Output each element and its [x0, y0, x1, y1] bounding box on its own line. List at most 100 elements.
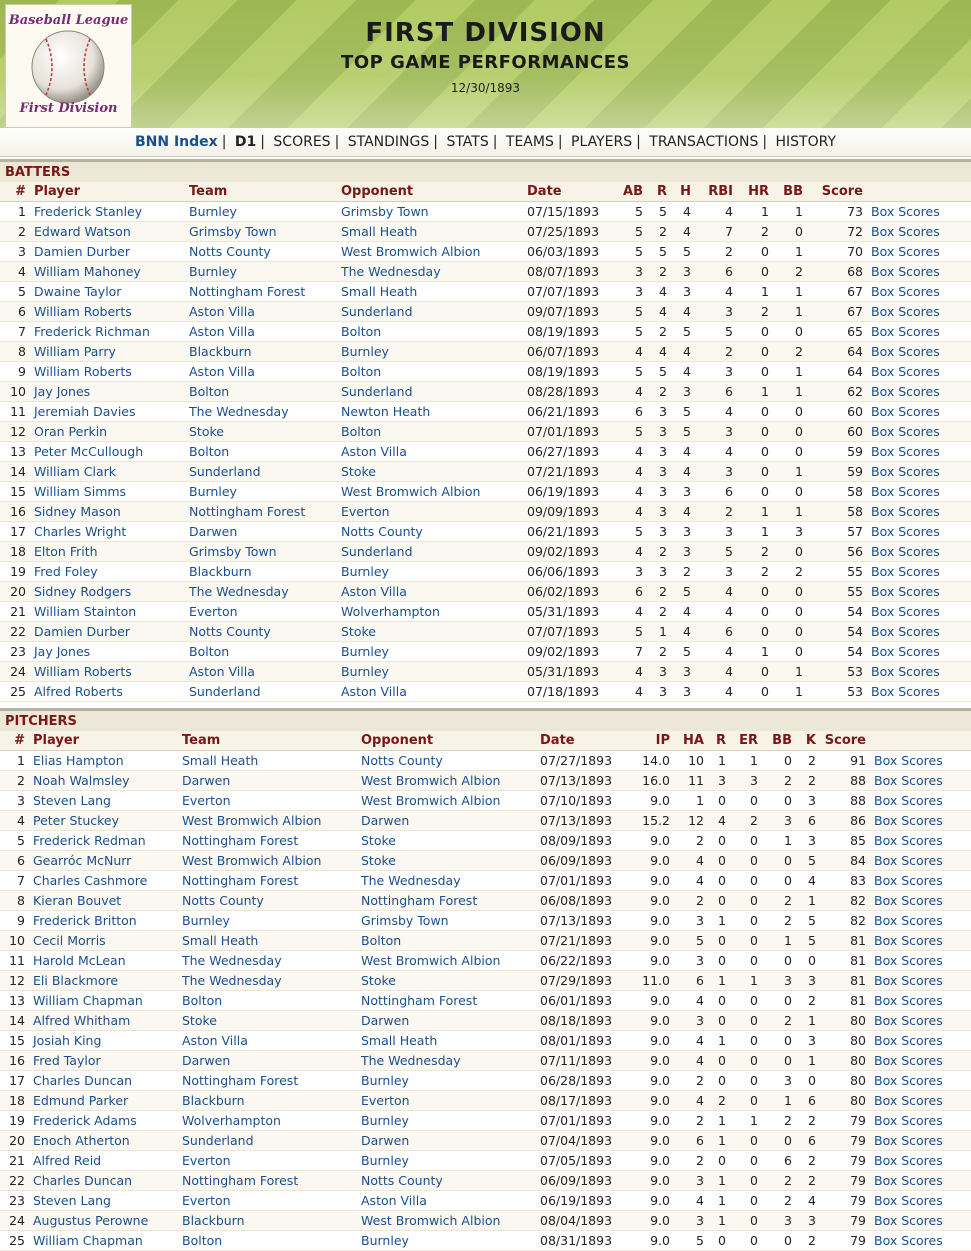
pitcher-opponent-link[interactable]: Stoke: [357, 970, 536, 991]
box-scores-link[interactable]: Box Scores: [870, 1130, 971, 1151]
nav-link-scores[interactable]: SCORES: [273, 134, 330, 150]
box-scores-link[interactable]: Box Scores: [867, 581, 971, 602]
col-header[interactable]: Player: [29, 731, 178, 751]
pitcher-team-link[interactable]: Burnley: [178, 910, 357, 931]
pitcher-player-link[interactable]: Elias Hampton: [29, 750, 178, 771]
batter-opponent-link[interactable]: Burnley: [337, 661, 523, 682]
pitcher-team-link[interactable]: Blackburn: [178, 1210, 357, 1231]
pitcher-team-link[interactable]: Nottingham Forest: [178, 870, 357, 891]
pitcher-player-link[interactable]: Steven Lang: [29, 1190, 178, 1211]
box-scores-link[interactable]: Box Scores: [870, 1090, 971, 1111]
batter-opponent-link[interactable]: Small Heath: [337, 221, 523, 242]
box-scores-link[interactable]: Box Scores: [870, 850, 971, 871]
col-header[interactable]: H: [671, 182, 695, 202]
pitcher-opponent-link[interactable]: Bolton: [357, 930, 536, 951]
box-scores-link[interactable]: Box Scores: [867, 201, 971, 222]
nav-link-teams[interactable]: TEAMS: [506, 134, 554, 150]
nav-link-history[interactable]: HISTORY: [776, 134, 837, 150]
box-scores-link[interactable]: Box Scores: [870, 1230, 971, 1251]
box-scores-link[interactable]: Box Scores: [867, 601, 971, 622]
batter-player-link[interactable]: Sidney Rodgers: [30, 581, 185, 602]
pitcher-opponent-link[interactable]: West Bromwich Albion: [357, 770, 536, 791]
batter-opponent-link[interactable]: Bolton: [337, 421, 523, 442]
box-scores-link[interactable]: Box Scores: [870, 770, 971, 791]
box-scores-link[interactable]: Box Scores: [867, 501, 971, 522]
box-scores-link[interactable]: Box Scores: [870, 930, 971, 951]
pitcher-player-link[interactable]: Frederick Redman: [29, 830, 178, 851]
box-scores-link[interactable]: Box Scores: [867, 241, 971, 262]
batter-player-link[interactable]: William Mahoney: [30, 261, 185, 282]
batter-player-link[interactable]: Damien Durber: [30, 621, 185, 642]
box-scores-link[interactable]: Box Scores: [867, 341, 971, 362]
box-scores-link[interactable]: Box Scores: [867, 281, 971, 302]
box-scores-link[interactable]: Box Scores: [870, 970, 971, 991]
batter-team-link[interactable]: Darwen: [185, 521, 337, 542]
batter-opponent-link[interactable]: Sunderland: [337, 301, 523, 322]
col-header[interactable]: Opponent: [337, 182, 523, 202]
pitcher-opponent-link[interactable]: The Wednesday: [357, 1050, 536, 1071]
batter-player-link[interactable]: William Stainton: [30, 601, 185, 622]
pitcher-player-link[interactable]: Kieran Bouvet: [29, 890, 178, 911]
batter-team-link[interactable]: Bolton: [185, 641, 337, 662]
nav-link-bnn-index[interactable]: BNN Index: [135, 134, 218, 150]
pitcher-team-link[interactable]: Small Heath: [178, 750, 357, 771]
batter-player-link[interactable]: Edward Watson: [30, 221, 185, 242]
box-scores-link[interactable]: Box Scores: [870, 990, 971, 1011]
pitcher-opponent-link[interactable]: Aston Villa: [357, 1190, 536, 1211]
col-header[interactable]: HR: [737, 182, 773, 202]
box-scores-link[interactable]: Box Scores: [867, 421, 971, 442]
col-header[interactable]: ER: [730, 731, 762, 751]
box-scores-link[interactable]: Box Scores: [867, 661, 971, 682]
pitcher-team-link[interactable]: The Wednesday: [178, 950, 357, 971]
batter-player-link[interactable]: Oran Perkin: [30, 421, 185, 442]
batter-team-link[interactable]: Aston Villa: [185, 361, 337, 382]
box-scores-link[interactable]: Box Scores: [867, 381, 971, 402]
box-scores-link[interactable]: Box Scores: [867, 521, 971, 542]
batter-team-link[interactable]: Bolton: [185, 381, 337, 402]
pitcher-player-link[interactable]: Edmund Parker: [29, 1090, 178, 1111]
pitcher-opponent-link[interactable]: West Bromwich Albion: [357, 1210, 536, 1231]
col-header[interactable]: Team: [185, 182, 337, 202]
box-scores-link[interactable]: Box Scores: [867, 541, 971, 562]
batter-team-link[interactable]: Burnley: [185, 481, 337, 502]
batter-team-link[interactable]: Blackburn: [185, 561, 337, 582]
batter-team-link[interactable]: Notts County: [185, 621, 337, 642]
box-scores-link[interactable]: Box Scores: [870, 1010, 971, 1031]
box-scores-link[interactable]: Box Scores: [867, 401, 971, 422]
box-scores-link[interactable]: Box Scores: [870, 1150, 971, 1171]
batter-player-link[interactable]: Damien Durber: [30, 241, 185, 262]
box-scores-link[interactable]: Box Scores: [870, 950, 971, 971]
pitcher-team-link[interactable]: Darwen: [178, 1050, 357, 1071]
col-header[interactable]: K: [796, 731, 820, 751]
pitcher-team-link[interactable]: Darwen: [178, 770, 357, 791]
batter-player-link[interactable]: Dwaine Taylor: [30, 281, 185, 302]
batter-opponent-link[interactable]: Everton: [337, 501, 523, 522]
pitcher-player-link[interactable]: Noah Walmsley: [29, 770, 178, 791]
nav-link-d1[interactable]: D1: [235, 134, 256, 150]
box-scores-link[interactable]: Box Scores: [870, 870, 971, 891]
col-header[interactable]: #: [0, 182, 30, 202]
batter-player-link[interactable]: Sidney Mason: [30, 501, 185, 522]
col-header[interactable]: AB: [613, 182, 647, 202]
pitcher-player-link[interactable]: Augustus Perowne: [29, 1210, 178, 1231]
batter-team-link[interactable]: Nottingham Forest: [185, 501, 337, 522]
batter-player-link[interactable]: Frederick Stanley: [30, 201, 185, 222]
col-header[interactable]: Date: [523, 182, 613, 202]
box-scores-link[interactable]: Box Scores: [870, 1030, 971, 1051]
batter-player-link[interactable]: William Roberts: [30, 361, 185, 382]
col-header[interactable]: R: [647, 182, 671, 202]
batter-opponent-link[interactable]: Newton Heath: [337, 401, 523, 422]
pitcher-player-link[interactable]: William Chapman: [29, 1230, 178, 1251]
pitcher-player-link[interactable]: Fred Taylor: [29, 1050, 178, 1071]
batter-team-link[interactable]: Notts County: [185, 241, 337, 262]
batter-opponent-link[interactable]: Stoke: [337, 461, 523, 482]
batter-opponent-link[interactable]: Bolton: [337, 361, 523, 382]
pitcher-opponent-link[interactable]: Grimsby Town: [357, 910, 536, 931]
pitcher-opponent-link[interactable]: Everton: [357, 1090, 536, 1111]
col-header[interactable]: BB: [762, 731, 796, 751]
batter-player-link[interactable]: William Clark: [30, 461, 185, 482]
pitcher-team-link[interactable]: Wolverhampton: [178, 1110, 357, 1131]
batter-team-link[interactable]: Aston Villa: [185, 321, 337, 342]
col-header[interactable]: Player: [30, 182, 185, 202]
pitcher-opponent-link[interactable]: Nottingham Forest: [357, 890, 536, 911]
